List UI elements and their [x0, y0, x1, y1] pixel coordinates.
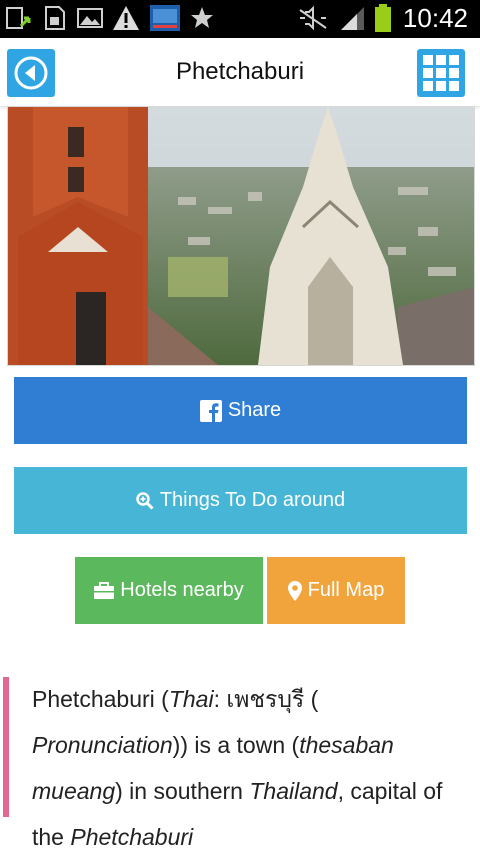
zoom-in-icon [136, 491, 154, 510]
star-icon [191, 7, 213, 28]
gallery-icon [77, 8, 103, 28]
desc-text: )) is a town ( [172, 732, 300, 758]
warning-icon [113, 6, 139, 30]
hotels-nearby-label: Hotels nearby [120, 579, 244, 601]
desc-text: ( [304, 686, 319, 712]
status-bar: 10:42 [0, 0, 480, 38]
page-title: Phetchaburi [175, 58, 305, 85]
grid-menu-button[interactable] [417, 49, 465, 97]
quote-bar [3, 677, 9, 817]
desc-link-phetchaburi[interactable]: Phetchaburi [70, 824, 193, 850]
app-bar: Phetchaburi [0, 38, 480, 107]
upload-icon [6, 7, 31, 29]
battery-icon [375, 4, 391, 32]
description-text: Phetchaburi (Thai: เพชรบุรี ( Pronunciat… [32, 676, 477, 860]
things-to-do-button[interactable]: Things To Do around [14, 467, 467, 534]
mute-icon [299, 5, 327, 31]
description-block: Phetchaburi (Thai: เพชรบุรี ( Pronunciat… [0, 672, 480, 850]
city-photo [7, 106, 475, 366]
grid-menu-icon [423, 55, 459, 91]
things-to-do-label: Things To Do around [159, 489, 346, 511]
status-time: 10:42 [402, 3, 468, 33]
hotels-nearby-button[interactable]: Hotels nearby [75, 557, 263, 624]
signal-icon [341, 7, 364, 30]
share-button[interactable]: Share [14, 377, 467, 444]
share-label: Share [227, 399, 282, 421]
desc-text: : [213, 686, 227, 712]
desc-text: Phetchaburi ( [32, 686, 169, 712]
desc-text: ) in southern [115, 778, 250, 804]
briefcase-icon [94, 581, 115, 600]
back-button[interactable] [7, 49, 55, 97]
full-map-label: Full Map [307, 579, 385, 601]
desc-thai-name: เพชรบุรี [226, 686, 305, 712]
desc-link-thai[interactable]: Thai [169, 686, 214, 712]
app-thumbnail-icon [150, 5, 180, 31]
desc-link-pronunciation[interactable]: Pronunciation [32, 732, 173, 758]
facebook-icon [199, 399, 222, 422]
back-arrow-icon [14, 56, 48, 90]
full-map-button[interactable]: Full Map [267, 557, 405, 624]
map-marker-icon [287, 580, 302, 601]
sd-card-icon [45, 6, 65, 30]
desc-link-thailand[interactable]: Thailand [249, 778, 337, 804]
